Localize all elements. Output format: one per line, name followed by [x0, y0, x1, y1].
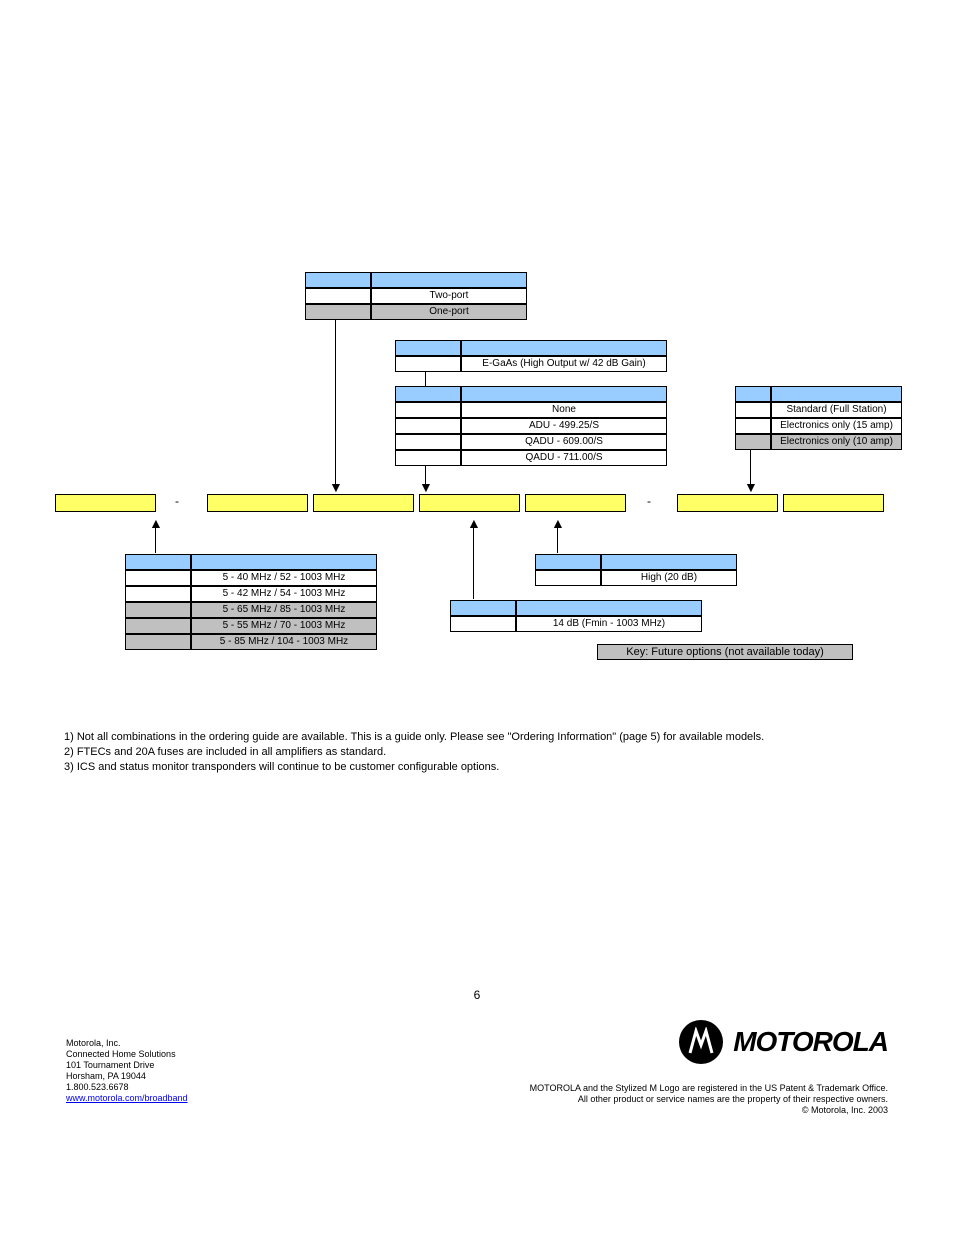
- adu-3: QADU - 711.00/S: [461, 450, 667, 466]
- bands-left-1: [125, 570, 191, 586]
- station-left-3: [735, 434, 771, 450]
- yellow-6: [677, 494, 778, 512]
- footer-company: Motorola, Inc.: [66, 1038, 188, 1049]
- arrow-bands: ▲: [149, 516, 163, 530]
- adu-left-3: [395, 450, 461, 466]
- arrow-adu: ▼: [419, 480, 433, 494]
- gain-header: [461, 340, 667, 356]
- ordering-diagram: Two-port One-port E-GaAs (High Output w/…: [55, 260, 895, 680]
- motorola-wordmark: MOTOROLA: [733, 1026, 888, 1058]
- adu-left-header: [395, 386, 461, 402]
- station-left-1: [735, 402, 771, 418]
- yellow-7: [783, 494, 884, 512]
- arrow-rgain: ▲: [551, 516, 565, 530]
- adu-none: None: [461, 402, 667, 418]
- bands-left-3: [125, 602, 191, 618]
- footer-division: Connected Home Solutions: [66, 1049, 188, 1060]
- line-gain: [425, 372, 426, 386]
- line-ports: [335, 320, 336, 490]
- yellow-2: [207, 494, 308, 512]
- bands-header: [191, 554, 377, 570]
- slope-value: 14 dB (Fmin - 1003 MHz): [516, 616, 702, 632]
- slope-left-header: [450, 600, 516, 616]
- page-number: 6: [0, 988, 954, 1002]
- motorola-m-icon: [679, 1020, 723, 1064]
- bands-left-header: [125, 554, 191, 570]
- adu-header: [461, 386, 667, 402]
- bands-5: 5 - 85 MHz / 104 - 1003 MHz: [191, 634, 377, 650]
- footer-addr2: Horsham, PA 19044: [66, 1071, 188, 1082]
- copyright: © Motorola, Inc. 2003: [530, 1105, 888, 1116]
- ports-left-two: [305, 288, 371, 304]
- legal-2: All other product or service names are t…: [530, 1094, 888, 1105]
- note-2: 2) FTECs and 20A fuses are included in a…: [64, 745, 764, 760]
- station-2: Electronics only (15 amp): [771, 418, 902, 434]
- station-1: Standard (Full Station): [771, 402, 902, 418]
- bands-4: 5 - 55 MHz / 70 - 1003 MHz: [191, 618, 377, 634]
- yellow-5: [525, 494, 626, 512]
- station-left-header: [735, 386, 771, 402]
- bands-2: 5 - 42 MHz / 54 - 1003 MHz: [191, 586, 377, 602]
- station-left-2: [735, 418, 771, 434]
- note-1: 1) Not all combinations in the ordering …: [64, 730, 764, 745]
- footer-legal: MOTOROLA and the Stylized M Logo are reg…: [530, 1083, 888, 1116]
- dash-1: -: [175, 494, 179, 508]
- bands-left-2: [125, 586, 191, 602]
- gain-left: [395, 356, 461, 372]
- line-slope: [473, 525, 474, 599]
- yellow-3: [313, 494, 414, 512]
- dash-2: -: [647, 494, 651, 508]
- adu-left-none: [395, 402, 461, 418]
- note-3: 3) ICS and status monitor transponders w…: [64, 760, 764, 775]
- arrow-ports: ▼: [329, 480, 343, 494]
- bands-left-5: [125, 634, 191, 650]
- footer-url[interactable]: www.motorola.com/broadband: [66, 1093, 188, 1103]
- motorola-logo: MOTOROLA: [679, 1020, 888, 1064]
- footer-addr1: 101 Tournament Drive: [66, 1060, 188, 1071]
- notes: 1) Not all combinations in the ordering …: [64, 730, 764, 775]
- arrow-slope: ▲: [467, 516, 481, 530]
- bands-left-4: [125, 618, 191, 634]
- slope-header: [516, 600, 702, 616]
- yellow-4: [419, 494, 520, 512]
- adu-left-1: [395, 418, 461, 434]
- slope-left: [450, 616, 516, 632]
- key-label: Key: Future options (not available today…: [597, 644, 853, 660]
- adu-1: ADU - 499.25/S: [461, 418, 667, 434]
- gain-value: E-GaAs (High Output w/ 42 dB Gain): [461, 356, 667, 372]
- adu-left-2: [395, 434, 461, 450]
- yellow-1: [55, 494, 156, 512]
- ports-header: [371, 272, 527, 288]
- arrow-station: ▼: [744, 480, 758, 494]
- ports-two: Two-port: [371, 288, 527, 304]
- rgain-value: High (20 dB): [601, 570, 737, 586]
- ports-left-one: [305, 304, 371, 320]
- station-3: Electronics only (10 amp): [771, 434, 902, 450]
- station-header: [771, 386, 902, 402]
- bands-3: 5 - 65 MHz / 85 - 1003 MHz: [191, 602, 377, 618]
- footer-address: Motorola, Inc. Connected Home Solutions …: [66, 1038, 188, 1104]
- ports-left-header: [305, 272, 371, 288]
- legal-1: MOTOROLA and the Stylized M Logo are reg…: [530, 1083, 888, 1094]
- footer-phone: 1.800.523.6678: [66, 1082, 188, 1093]
- ports-one: One-port: [371, 304, 527, 320]
- gain-left-header: [395, 340, 461, 356]
- bands-1: 5 - 40 MHz / 52 - 1003 MHz: [191, 570, 377, 586]
- rgain-header: [601, 554, 737, 570]
- rgain-left: [535, 570, 601, 586]
- rgain-left-header: [535, 554, 601, 570]
- adu-2: QADU - 609.00/S: [461, 434, 667, 450]
